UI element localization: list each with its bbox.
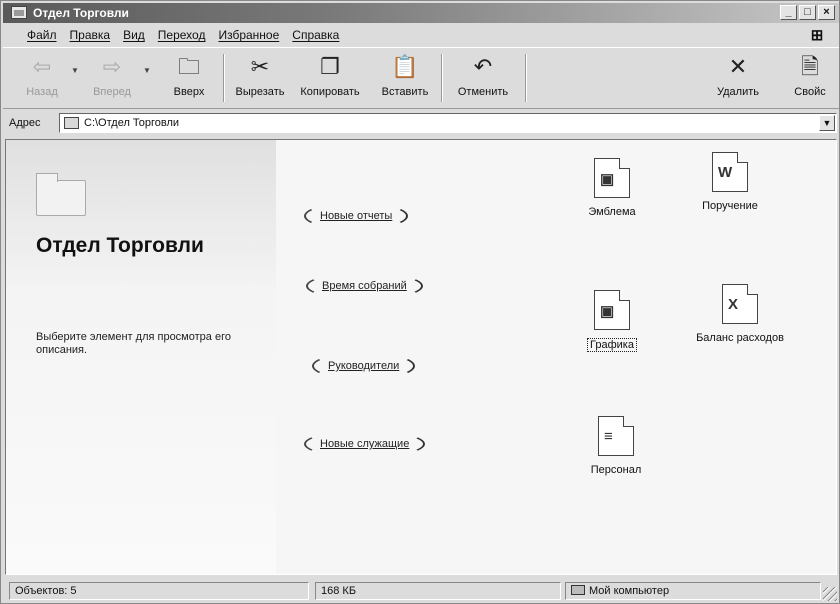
address-dropdown-button[interactable]: ▼ <box>819 115 835 131</box>
file-personnel[interactable]: ≡ Персонал <box>566 416 666 476</box>
back-dropdown-icon[interactable]: ▼ <box>71 66 79 75</box>
cut-label: Вырезать <box>235 86 285 98</box>
back-button[interactable]: ⇦ Назад <box>17 52 67 104</box>
file-name: Поручение <box>702 200 758 212</box>
folder-info-panel: Отдел Торговли Выберите элемент для прос… <box>6 140 276 574</box>
back-label: Назад <box>26 86 58 98</box>
title-bar[interactable]: Отдел Торговли _ □ × <box>3 3 839 23</box>
status-bar: Объектов: 5 168 КБ Мой компьютер <box>3 579 839 603</box>
up-button[interactable]: 🗀 Вверх <box>163 52 215 104</box>
window-controls: _ □ × <box>780 5 835 20</box>
properties-icon: 🗎 <box>801 54 819 79</box>
up-label: Вверх <box>173 86 205 98</box>
image-document-icon: ▣ <box>594 290 630 330</box>
image-document-icon: ▣ <box>594 158 630 198</box>
maximize-button[interactable]: □ <box>799 5 816 20</box>
forward-dropdown-icon[interactable]: ▼ <box>143 66 151 75</box>
address-bar: Адрес C:\Отдел Торговли ▼ <box>3 111 839 135</box>
toolbar-separator <box>441 54 443 102</box>
undo-label: Отменить <box>457 86 509 98</box>
folder-heading-text: Отдел Торговли <box>36 234 204 257</box>
link-new-employees[interactable]: Новые служащие <box>304 430 426 458</box>
my-computer-icon <box>571 585 585 595</box>
address-input[interactable]: C:\Отдел Торговли ▼ <box>59 113 837 133</box>
copy-button[interactable]: ❐ Копировать <box>293 52 367 104</box>
copy-icon: ❐ <box>320 54 340 79</box>
toolbar-separator <box>525 54 527 102</box>
excel-spreadsheet-icon: X <box>722 284 758 324</box>
menu-help[interactable]: Справка <box>292 28 339 42</box>
file-name: Баланс расходов <box>696 332 784 344</box>
toolbar-separator <box>223 54 225 102</box>
folder-heading: Отдел Торговли <box>36 232 204 260</box>
folder-icon <box>64 117 79 129</box>
link-new-reports[interactable]: Новые отчеты <box>304 202 409 230</box>
delete-label: Удалить <box>717 86 759 98</box>
close-button[interactable]: × <box>818 5 835 20</box>
delete-x-icon: ✕ <box>728 54 748 79</box>
file-assignment[interactable]: W Поручение <box>680 152 780 212</box>
standard-toolbar: ⇦ Назад ▼ ⇨ Вперед ▼ 🗀 Вверх ✂ Вырезать … <box>3 47 839 109</box>
forward-button[interactable]: ⇨ Вперед <box>85 52 139 104</box>
folder-icon <box>36 173 86 216</box>
delete-button[interactable]: ✕ Удалить <box>703 52 773 104</box>
window-title: Отдел Торговли <box>33 6 129 20</box>
link-managers[interactable]: Руководители <box>312 352 416 380</box>
menu-go[interactable]: Переход <box>158 28 206 42</box>
forward-label: Вперед <box>93 86 131 98</box>
paste-button[interactable]: 📋 Вставить <box>373 52 437 104</box>
status-size: 168 КБ <box>315 582 561 600</box>
menu-file[interactable]: Файл <box>27 28 57 42</box>
undo-icon: ↶ <box>473 54 493 79</box>
copy-label: Копировать <box>300 86 360 98</box>
folder-description: Выберите элемент для просмотра его описа… <box>36 331 231 356</box>
windows-logo-icon: ⊞ <box>810 27 824 44</box>
address-label: Адрес <box>9 117 41 129</box>
file-graphics[interactable]: ▣ Графика <box>562 290 662 352</box>
text-document-icon: ≡ <box>598 416 634 456</box>
word-document-icon: W <box>712 152 748 192</box>
file-expense-balance[interactable]: X Баланс расходов <box>680 284 800 344</box>
explorer-window: Отдел Торговли _ □ × Файл Правка Вид Пер… <box>0 0 840 604</box>
minimize-button[interactable]: _ <box>780 5 797 20</box>
menu-favorites[interactable]: Избранное <box>218 28 279 42</box>
properties-label: Свойс <box>794 86 826 98</box>
resize-grip[interactable] <box>823 587 837 601</box>
link-meeting-times[interactable]: Время собраний <box>306 272 423 300</box>
file-name: Эмблема <box>588 206 636 218</box>
paste-label: Вставить <box>381 86 429 98</box>
file-emblem[interactable]: ▣ Эмблема <box>562 158 662 218</box>
menu-edit[interactable]: Правка <box>70 28 111 42</box>
file-name: Графика <box>587 338 637 352</box>
menu-view[interactable]: Вид <box>123 28 145 42</box>
paste-icon: 📋 <box>391 54 419 79</box>
file-name: Персонал <box>590 464 642 476</box>
back-arrow-icon: ⇦ <box>32 54 52 79</box>
menu-bar: Файл Правка Вид Переход Избранное Справк… <box>3 25 839 45</box>
folder-view: Отдел Торговли Выберите элемент для прос… <box>5 139 837 575</box>
status-object-count: Объектов: 5 <box>9 582 309 600</box>
folder-icon <box>11 6 27 19</box>
address-value: C:\Отдел Торговли <box>84 117 180 129</box>
forward-arrow-icon: ⇨ <box>102 54 122 79</box>
scissors-icon: ✂ <box>250 54 270 79</box>
undo-button[interactable]: ↶ Отменить <box>447 52 519 104</box>
status-location: Мой компьютер <box>565 582 821 600</box>
folder-up-icon: 🗀 <box>177 54 200 79</box>
status-location-label: Мой компьютер <box>589 585 670 597</box>
cut-button[interactable]: ✂ Вырезать <box>229 52 291 104</box>
properties-button[interactable]: 🗎 Свойс <box>785 52 835 104</box>
